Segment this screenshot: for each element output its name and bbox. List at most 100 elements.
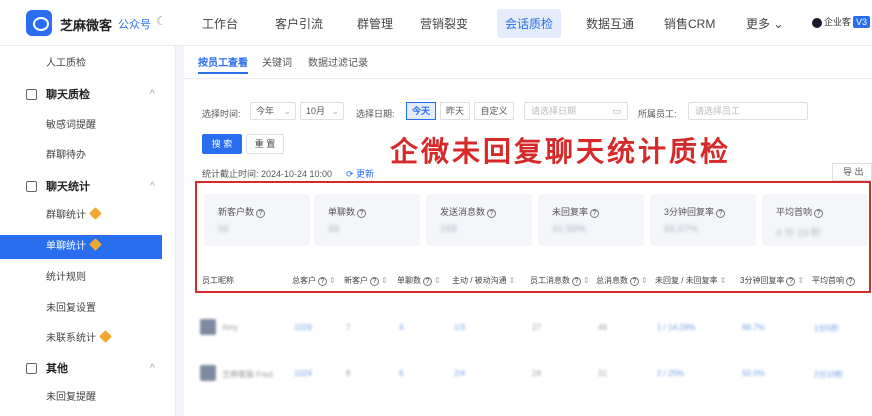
calendar-icon: ▭	[612, 106, 621, 116]
cell-total-customers: 1024	[294, 369, 312, 378]
sidebar-item-group-todo[interactable]: 群聊待办	[0, 144, 162, 168]
time-label: 选择时间:	[202, 109, 241, 119]
date-picker-input[interactable]: 请选择日期 ▭	[524, 102, 628, 120]
enterprise-badge[interactable]: 企业客 V3	[812, 15, 871, 28]
sidebar: 人工质检 聊天质检 ^ 敏感词提醒 群聊待办 聊天统计 ^ 群聊统计 单聊统计 …	[0, 46, 176, 416]
top-bar: 芝麻微客 公众号 ☾ 工作台 客户引流 群管理 营销裂变 会话质检 数据互通 销…	[0, 0, 872, 46]
export-button[interactable]: 导 出	[832, 163, 872, 181]
enterprise-logo-icon	[812, 17, 822, 28]
sidebar-item-single-chat-stats[interactable]: 单聊统计	[0, 235, 162, 259]
account-type-link[interactable]: 公众号	[118, 16, 151, 32]
nav-group-management[interactable]: 群管理	[357, 15, 393, 32]
tab-divider	[184, 78, 872, 79]
refresh-link[interactable]: ⟳ 更新	[346, 167, 374, 180]
sidebar-group-label: 其他	[46, 363, 68, 375]
cell-active-passive: 1/3	[454, 323, 466, 332]
sidebar-item-no-reply-settings[interactable]: 未回复设置	[0, 297, 162, 321]
staff-name: Amy	[222, 323, 238, 332]
table-row[interactable]: 芝麻客服 Fred 1024 8 6 2/4 24 31 2 / 25% 50.…	[184, 351, 872, 397]
sidebar-group-chat-stats[interactable]: 聊天统计 ^	[0, 176, 176, 198]
tab-by-staff[interactable]: 按员工查看	[198, 54, 248, 69]
date-custom-button[interactable]: 自定义	[474, 102, 514, 120]
sidebar-group-label: 聊天统计	[46, 181, 90, 193]
date-today-button[interactable]: 今天	[406, 102, 436, 120]
table-row[interactable]: Amy 1029 7 4 1/3 27 46 1 / 14.29% 66.7% …	[184, 305, 872, 351]
sidebar-item-no-contact-stats[interactable]: 未联系统计	[0, 327, 162, 351]
sidebar-group-chat-check[interactable]: 聊天质检 ^	[0, 84, 176, 106]
nav-more[interactable]: 更多 ⌄	[746, 15, 783, 32]
cell-3min-reply-rate: 50.0%	[742, 369, 765, 378]
sidebar-item-label: 群聊统计	[46, 210, 86, 221]
cell-total-messages: 46	[598, 323, 607, 332]
sidebar-item-group-stats[interactable]: 群聊统计	[0, 204, 162, 228]
cell-single-chats: 6	[399, 369, 404, 378]
active-tab-underline	[198, 72, 248, 74]
month-select[interactable]: 10月 ⌄	[300, 102, 344, 120]
staff-placeholder: 请选择员工	[695, 106, 741, 116]
premium-gem-icon	[89, 207, 102, 220]
sidebar-item-label: 未联系统计	[46, 333, 96, 344]
avatar	[200, 319, 216, 335]
nav-marketing-fission[interactable]: 营销裂变	[420, 15, 468, 32]
overlay-title: 企微未回复聊天统计质检	[390, 135, 732, 168]
app-window: 芝麻微客 公众号 ☾ 工作台 客户引流 群管理 营销裂变 会话质检 数据互通 销…	[0, 0, 872, 416]
sidebar-item-stats-rules[interactable]: 统计规则	[0, 266, 162, 290]
nav-session-quality-check[interactable]: 会话质检	[497, 9, 562, 38]
cell-no-reply-rate: 2 / 25%	[657, 369, 685, 378]
cell-total-messages: 31	[598, 369, 607, 378]
reset-button[interactable]: 重 置	[246, 134, 284, 154]
cell-avg-first-response: 2分10秒	[814, 370, 844, 379]
cell-total-customers: 1029	[294, 323, 312, 332]
stat-cutoff-time: 统计截止时间: 2024-10-24 10:00	[202, 169, 333, 179]
premium-gem-icon	[89, 238, 102, 251]
chevron-down-icon: ⌄	[331, 106, 339, 116]
brand-name: 芝麻微客	[60, 18, 113, 33]
cell-no-reply-rate: 1 / 14.29%	[657, 323, 696, 332]
year-select[interactable]: 今年 ⌄	[250, 102, 296, 120]
sidebar-item-manual-check[interactable]: 人工质检	[0, 52, 162, 76]
chevron-up-icon: ^	[150, 363, 155, 374]
month-value: 10月	[306, 106, 326, 116]
date-label: 选择日期:	[356, 109, 395, 119]
nav-customer-acquisition[interactable]: 客户引流	[275, 15, 323, 32]
refresh-icon: ⟳	[346, 169, 354, 179]
cell-single-chats: 4	[399, 323, 404, 332]
premium-gem-icon	[99, 330, 112, 343]
cell-staff-messages: 24	[532, 369, 541, 378]
tab-filter-records[interactable]: 数据过滤记录	[308, 54, 368, 69]
nav-sales-crm[interactable]: 销售CRM	[664, 15, 715, 32]
nav-more-label: 更多	[746, 17, 771, 31]
staff-select-input[interactable]: 请选择员工	[688, 102, 808, 120]
cell-new-customers: 8	[346, 369, 351, 378]
chevron-down-icon: ⌄	[283, 106, 291, 116]
search-button[interactable]: 搜 索	[202, 134, 242, 154]
tab-keywords[interactable]: 关键词	[262, 54, 292, 69]
other-icon	[26, 363, 37, 374]
version-badge: V3	[853, 16, 871, 28]
staff-label: 所属员工:	[638, 109, 677, 119]
chevron-down-icon: ⌄	[773, 17, 784, 31]
date-yesterday-button[interactable]: 昨天	[440, 102, 470, 120]
cell-new-customers: 7	[346, 323, 351, 332]
sidebar-group-label: 聊天质检	[46, 89, 90, 101]
cell-staff-messages: 27	[532, 323, 541, 332]
nav-workbench[interactable]: 工作台	[202, 15, 238, 32]
highlight-annotation-box	[195, 181, 871, 293]
chevron-up-icon: ^	[150, 181, 155, 192]
chat-stats-icon	[26, 181, 37, 192]
sidebar-item-label: 单聊统计	[46, 241, 86, 252]
cell-3min-reply-rate: 66.7%	[742, 323, 765, 332]
staff-name: 芝麻客服 Fred	[222, 370, 273, 379]
brand-logo-icon[interactable]	[26, 10, 52, 36]
refresh-label: 更新	[356, 169, 375, 179]
year-value: 今年	[256, 106, 275, 116]
nav-data-interop[interactable]: 数据互通	[586, 15, 634, 32]
sidebar-item-no-reply-reminder[interactable]: 未回复提醒	[0, 386, 162, 410]
avatar	[200, 365, 216, 381]
theme-toggle-icon[interactable]: ☾	[156, 14, 167, 28]
sidebar-group-other[interactable]: 其他 ^	[0, 358, 176, 380]
chat-check-icon	[26, 89, 37, 100]
main-content: 按员工查看 关键词 数据过滤记录 选择时间: 今年 ⌄ 10月 ⌄ 选择日期: 今天…	[184, 46, 872, 416]
cell-avg-first-response: 1分5秒	[814, 324, 839, 333]
sidebar-item-sensitive-words[interactable]: 敏感词提醒	[0, 114, 162, 138]
